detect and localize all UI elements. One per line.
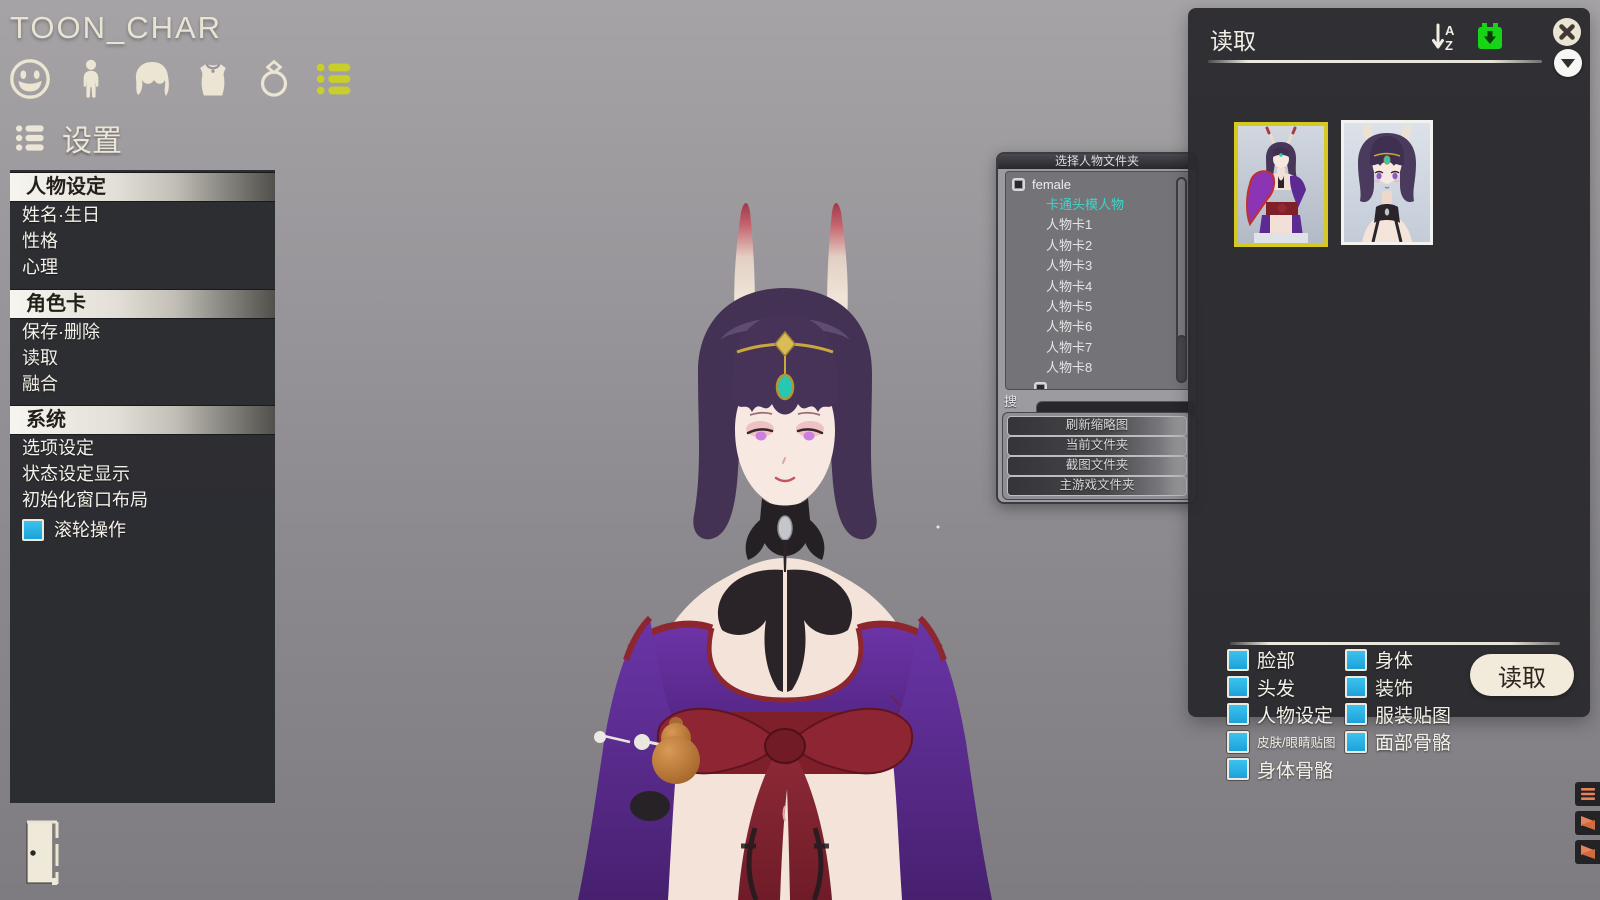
- calendar-sort-icon[interactable]: [1474, 21, 1506, 53]
- option-checkbox-body-bones[interactable]: [1227, 758, 1249, 780]
- tree-scrollbar[interactable]: [1176, 177, 1187, 383]
- settings-title: 设置: [62, 116, 122, 160]
- character-card-thumbnail-2[interactable]: [1341, 120, 1433, 245]
- folder-item[interactable]: 人物卡5: [1046, 297, 1092, 317]
- settings-sidebar: 人物设定 姓名·生日 性格 心理 角色卡 保存·删除 读取 融合 系统 选项设定…: [10, 170, 275, 803]
- sidebar-item-personality[interactable]: 性格: [10, 228, 275, 254]
- folder-actions: 刷新缩略图 当前文件夹 截图文件夹 主游戏文件夹: [1002, 412, 1192, 500]
- folder-item[interactable]: 人物卡1: [1046, 215, 1092, 235]
- current-folder-button[interactable]: 当前文件夹: [1007, 436, 1187, 456]
- option-checkbox-face-bones[interactable]: [1345, 731, 1367, 753]
- character-model: [578, 203, 992, 900]
- section-header-card: 角色卡: [10, 289, 275, 319]
- dialog-title: 选择人物文件夹: [998, 154, 1196, 169]
- banner-icon[interactable]: [1575, 811, 1600, 835]
- option-checkbox-clothes-texture[interactable]: [1345, 703, 1367, 725]
- option-checkbox-face[interactable]: [1227, 649, 1249, 671]
- folder-item[interactable]: 人物卡2: [1046, 236, 1092, 256]
- corner-button-stack: [1575, 782, 1600, 864]
- load-options-grid: 脸部 身体 头发 装饰 人物设定 服装贴图 皮肤/眼睛贴图 面部骨骼 身体骨骼: [1227, 646, 1451, 783]
- banner-icon[interactable]: [1575, 840, 1600, 864]
- option-label-character-settings: 人物设定: [1257, 701, 1337, 728]
- folder-item[interactable]: 人物卡4: [1046, 277, 1092, 297]
- folder-item[interactable]: 人物卡6: [1046, 317, 1092, 337]
- option-label-clothes-texture: 服装贴图: [1375, 701, 1451, 728]
- sidebar-item-options[interactable]: 选项设定: [10, 435, 275, 461]
- wheel-operation-label: 滚轮操作: [54, 517, 126, 543]
- clothes-icon[interactable]: [189, 55, 237, 103]
- folder-item[interactable]: 人物卡8: [1046, 358, 1092, 378]
- option-label-face: 脸部: [1257, 646, 1337, 673]
- option-label-body-bones: 身体骨骼: [1257, 756, 1337, 783]
- option-label-skin-eye-texture: 皮肤/眼睛贴图: [1257, 732, 1337, 751]
- svg-text:Z: Z: [1445, 38, 1453, 53]
- folder-select-dialog: 选择人物文件夹 female 卡通头模人物 人物卡1 人物卡2 人物卡3 人物卡…: [996, 152, 1198, 504]
- section-header-system: 系统: [10, 405, 275, 435]
- svg-text:A: A: [1445, 23, 1455, 38]
- section-header-character: 人物设定: [10, 172, 275, 202]
- folder-item-clipped[interactable]: [1034, 382, 1047, 390]
- settings-header: 设置: [12, 116, 122, 160]
- folder-tree: female 卡通头模人物 人物卡1 人物卡2 人物卡3 人物卡4 人物卡5 人…: [1005, 171, 1191, 390]
- settings-list-icon[interactable]: [311, 55, 359, 103]
- sidebar-item-load[interactable]: 读取: [10, 345, 275, 371]
- folder-node-female[interactable]: female: [1012, 176, 1071, 192]
- face-icon[interactable]: [6, 55, 54, 103]
- sort-az-icon[interactable]: A Z: [1430, 20, 1464, 54]
- tree-toggle-icon[interactable]: [1034, 382, 1047, 390]
- load-confirm-button[interactable]: 读取: [1470, 654, 1574, 696]
- wheel-operation-checkbox[interactable]: [22, 519, 44, 541]
- sidebar-item-status-display[interactable]: 状态设定显示: [10, 461, 275, 487]
- option-checkbox-accessory[interactable]: [1345, 676, 1367, 698]
- sidebar-item-name-birthday[interactable]: 姓名·生日: [10, 202, 275, 228]
- options-divider: [1230, 642, 1560, 645]
- folder-item[interactable]: 人物卡3: [1046, 256, 1092, 276]
- header-divider: [1208, 60, 1542, 63]
- folder-root-label: female: [1032, 177, 1071, 192]
- option-label-face-bones: 面部骨骼: [1375, 728, 1451, 755]
- sidebar-item-merge[interactable]: 融合: [10, 371, 275, 397]
- option-label-body: 身体: [1375, 646, 1451, 673]
- character-card-thumbnail-selected[interactable]: [1234, 122, 1328, 247]
- option-checkbox-body[interactable]: [1345, 649, 1367, 671]
- hair-icon[interactable]: [128, 55, 176, 103]
- option-checkbox-hair[interactable]: [1227, 676, 1249, 698]
- sidebar-item-reset-layout[interactable]: 初始化窗口布局: [10, 487, 275, 513]
- chevron-down-icon[interactable]: [1554, 49, 1582, 77]
- folder-item[interactable]: 人物卡7: [1046, 338, 1092, 358]
- main-game-folder-button[interactable]: 主游戏文件夹: [1007, 476, 1187, 496]
- tree-toggle-icon[interactable]: [1012, 178, 1025, 191]
- menu-icon[interactable]: [1575, 782, 1600, 806]
- folder-item-selected[interactable]: 卡通头模人物: [1046, 195, 1124, 215]
- app-window: TOON_CHAR: [0, 0, 1600, 900]
- option-checkbox-character-settings[interactable]: [1227, 703, 1249, 725]
- option-checkbox-skin-eye-texture[interactable]: [1227, 731, 1249, 753]
- refresh-thumbnails-button[interactable]: 刷新缩略图: [1007, 416, 1187, 436]
- sidebar-item-mentality[interactable]: 心理: [10, 254, 275, 280]
- close-icon[interactable]: [1553, 18, 1581, 46]
- app-title: TOON_CHAR: [10, 10, 222, 46]
- accessory-icon[interactable]: [250, 55, 298, 103]
- load-panel-title: 读取: [1210, 22, 1256, 56]
- sidebar-item-save-delete[interactable]: 保存·删除: [10, 319, 275, 345]
- option-label-hair: 头发: [1257, 674, 1337, 701]
- tree-scrollbar-thumb[interactable]: [1176, 335, 1187, 383]
- body-icon[interactable]: [67, 55, 115, 103]
- load-panel: 读取 A Z: [1188, 8, 1590, 717]
- wheel-operation-row: 滚轮操作: [10, 517, 275, 543]
- screenshot-folder-button[interactable]: 截图文件夹: [1007, 456, 1187, 476]
- option-label-accessory: 装饰: [1375, 674, 1451, 701]
- list-icon: [12, 119, 50, 157]
- door-exit-icon[interactable]: [22, 820, 62, 890]
- mode-toolbar: [6, 55, 359, 103]
